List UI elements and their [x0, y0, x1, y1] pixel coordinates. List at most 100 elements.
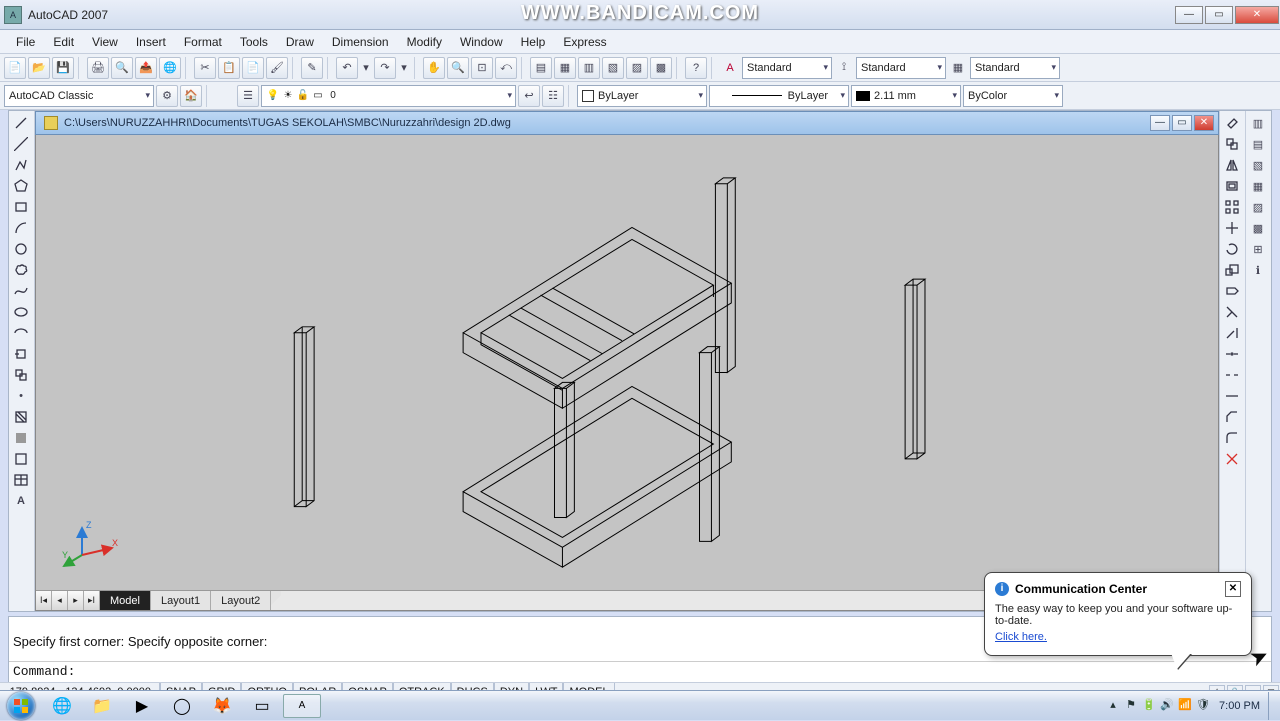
- taskbar-firefox-icon[interactable]: 🦊: [203, 694, 241, 718]
- tool-palettes-button[interactable]: ▥: [578, 57, 600, 79]
- text-style-combo[interactable]: Standard: [742, 57, 832, 79]
- quickcalc-toggle[interactable]: ▩: [1248, 218, 1268, 238]
- taskbar-chrome-icon[interactable]: ◯: [163, 694, 201, 718]
- construction-line-tool[interactable]: [11, 134, 31, 154]
- copy-button[interactable]: 📋: [218, 57, 240, 79]
- mtext-tool[interactable]: A: [11, 491, 31, 511]
- tab-next-button[interactable]: ▸: [68, 591, 84, 610]
- menu-express[interactable]: Express: [555, 33, 614, 51]
- table-style-combo[interactable]: Standard: [970, 57, 1060, 79]
- layer-properties-manager-button[interactable]: ☰: [237, 85, 259, 107]
- menu-draw[interactable]: Draw: [278, 33, 322, 51]
- taskbar-wmp-icon[interactable]: ▶: [123, 694, 161, 718]
- menu-window[interactable]: Window: [452, 33, 511, 51]
- break-tool[interactable]: [1222, 365, 1242, 385]
- show-desktop-button[interactable]: [1268, 692, 1276, 720]
- menu-edit[interactable]: Edit: [45, 33, 82, 51]
- tray-flag-icon[interactable]: ⚑: [1123, 698, 1139, 714]
- join-tool[interactable]: [1222, 386, 1242, 406]
- erase-tool[interactable]: [1222, 113, 1242, 133]
- extend-tool[interactable]: [1222, 323, 1242, 343]
- drawing-canvas[interactable]: Z X Y I◂ ◂ ▸ ▸I Model Layout1 Layout2: [35, 135, 1219, 611]
- match-properties-button[interactable]: 🖌: [266, 57, 288, 79]
- undo-button[interactable]: ↶: [336, 57, 358, 79]
- circle-tool[interactable]: [11, 239, 31, 259]
- workspace-settings-button[interactable]: ⚙: [156, 85, 178, 107]
- line-tool[interactable]: [11, 113, 31, 133]
- tab-layout2[interactable]: Layout2: [211, 591, 271, 610]
- ellipse-arc-tool[interactable]: [11, 323, 31, 343]
- plot-button[interactable]: 🖨: [87, 57, 109, 79]
- paste-button[interactable]: 📄: [242, 57, 264, 79]
- trim-tool[interactable]: [1222, 302, 1242, 322]
- taskbar-ie-icon[interactable]: 🌐: [43, 694, 81, 718]
- publish-button[interactable]: 📤: [135, 57, 157, 79]
- menu-modify[interactable]: Modify: [399, 33, 450, 51]
- redo-dropdown[interactable]: ▾: [398, 57, 410, 79]
- tab-first-button[interactable]: I◂: [36, 591, 52, 610]
- zoom-previous-button[interactable]: ⤺: [495, 57, 517, 79]
- new-file-button[interactable]: 📄: [4, 57, 26, 79]
- tab-last-button[interactable]: ▸I: [84, 591, 100, 610]
- taskbar-autocad-icon[interactable]: A: [283, 694, 321, 718]
- polyline-tool[interactable]: [11, 155, 31, 175]
- make-block-tool[interactable]: [11, 365, 31, 385]
- tray-power-icon[interactable]: 🔋: [1141, 698, 1157, 714]
- color-combo[interactable]: ByLayer: [577, 85, 707, 107]
- menu-insert[interactable]: Insert: [128, 33, 174, 51]
- markup-toggle[interactable]: ▨: [1248, 197, 1268, 217]
- scale-tool[interactable]: [1222, 260, 1242, 280]
- 3ddwf-button[interactable]: 🌐: [159, 57, 181, 79]
- menu-dimension[interactable]: Dimension: [324, 33, 397, 51]
- workspace-combo[interactable]: AutoCAD Classic: [4, 85, 154, 107]
- tab-model[interactable]: Model: [100, 591, 151, 610]
- menu-help[interactable]: Help: [513, 33, 554, 51]
- system-clock[interactable]: 7:00 PM: [1213, 700, 1266, 712]
- properties-toggle[interactable]: ▤: [1248, 134, 1268, 154]
- menu-format[interactable]: Format: [176, 33, 230, 51]
- open-file-button[interactable]: 📂: [28, 57, 50, 79]
- plot-preview-button[interactable]: 🔍: [111, 57, 133, 79]
- window-maximize-button[interactable]: ▭: [1205, 6, 1233, 24]
- spline-tool[interactable]: [11, 281, 31, 301]
- arc-tool[interactable]: [11, 218, 31, 238]
- plotstyle-combo[interactable]: ByColor: [963, 85, 1063, 107]
- start-button[interactable]: [0, 691, 42, 721]
- info-palette-toggle[interactable]: ℹ: [1248, 260, 1268, 280]
- my-workspace-button[interactable]: 🏠: [180, 85, 202, 107]
- layer-previous-button[interactable]: ↩: [518, 85, 540, 107]
- drawing-close-button[interactable]: ✕: [1194, 115, 1214, 131]
- region-tool[interactable]: [11, 449, 31, 469]
- copy-tool[interactable]: [1222, 134, 1242, 154]
- rotate-tool[interactable]: [1222, 239, 1242, 259]
- save-button[interactable]: 💾: [52, 57, 74, 79]
- dim-style-combo[interactable]: Standard: [856, 57, 946, 79]
- designcenter-toggle[interactable]: ⊞: [1248, 239, 1268, 259]
- comm-center-close-button[interactable]: ✕: [1225, 581, 1241, 597]
- dashboard-toggle[interactable]: ▦: [1248, 176, 1268, 196]
- menu-file[interactable]: File: [8, 33, 43, 51]
- break-at-point-tool[interactable]: [1222, 344, 1242, 364]
- tray-volume-icon[interactable]: 🔊: [1159, 698, 1175, 714]
- tab-layout1[interactable]: Layout1: [151, 591, 211, 610]
- fillet-tool[interactable]: [1222, 428, 1242, 448]
- gradient-tool[interactable]: [11, 428, 31, 448]
- polygon-tool[interactable]: [11, 176, 31, 196]
- menu-tools[interactable]: Tools: [232, 33, 276, 51]
- undo-dropdown[interactable]: ▾: [360, 57, 372, 79]
- help-button[interactable]: ?: [685, 57, 707, 79]
- ellipse-tool[interactable]: [11, 302, 31, 322]
- cut-button[interactable]: ✂: [194, 57, 216, 79]
- stretch-tool[interactable]: [1222, 281, 1242, 301]
- hatch-tool[interactable]: [11, 407, 31, 427]
- drawing-minimize-button[interactable]: —: [1150, 115, 1170, 131]
- layer-states-button[interactable]: ☷: [542, 85, 564, 107]
- window-minimize-button[interactable]: —: [1175, 6, 1203, 24]
- command-line[interactable]: Command:: [9, 661, 1271, 683]
- array-tool[interactable]: [1222, 197, 1242, 217]
- window-close-button[interactable]: ✕: [1235, 6, 1279, 24]
- chamfer-tool[interactable]: [1222, 407, 1242, 427]
- table-tool[interactable]: [11, 470, 31, 490]
- tray-network-icon[interactable]: 📶: [1177, 698, 1193, 714]
- offset-tool[interactable]: [1222, 176, 1242, 196]
